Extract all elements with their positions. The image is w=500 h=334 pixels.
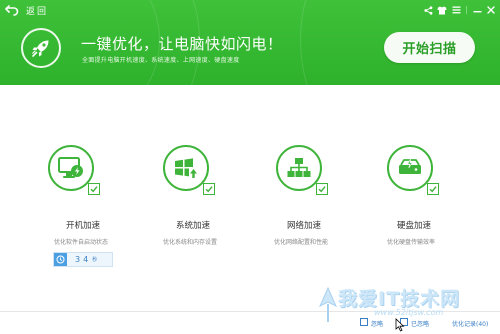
item-title: 系统加速 bbox=[176, 221, 211, 231]
share-icon[interactable] bbox=[423, 4, 433, 16]
boot-time-value: 34 bbox=[75, 255, 92, 264]
banner-subtitle: 全面提升电脑开机速度、系统速度、上网速度、硬盘速度 bbox=[82, 57, 240, 64]
checkbox-checked-icon[interactable] bbox=[203, 183, 215, 195]
mouse-cursor-icon bbox=[395, 318, 405, 332]
disk-speed-item[interactable]: 硬盘加速 优化硬盘传输效率 bbox=[387, 145, 497, 246]
minimize-icon[interactable] bbox=[472, 4, 482, 16]
header-banner: 返回 一键优化，让电脑快如闪电！ 全面提升电脑开机速度、系统速度、上网速度、硬盘… bbox=[0, 0, 500, 85]
checkbox-icon[interactable] bbox=[360, 318, 368, 326]
banner-title: 一键优化，让电脑快如闪电！ bbox=[81, 35, 283, 53]
checkbox-checked-icon[interactable] bbox=[316, 183, 328, 195]
footer-bar: 忽略 已忽略 优化记录(40) bbox=[0, 312, 500, 334]
clock-icon bbox=[54, 253, 67, 266]
optimizer-window: 返回 一键优化，让电脑快如闪电！ 全面提升电脑开机速度、系统速度、上网速度、硬盘… bbox=[0, 0, 500, 334]
ignore-link[interactable]: 忽略 bbox=[371, 319, 383, 328]
skin-icon[interactable] bbox=[437, 4, 447, 16]
item-description: 优化软件自启动状态 bbox=[54, 239, 109, 246]
item-description: 优化网络配置和性能 bbox=[274, 239, 329, 246]
item-description: 优化系统和内存设置 bbox=[163, 239, 218, 246]
back-label: 返回 bbox=[26, 6, 49, 17]
boot-speed-item[interactable]: 开机加速 优化软件自启动状态 bbox=[48, 145, 158, 246]
watermark-text: 我爱IT技术网 bbox=[338, 288, 461, 310]
titlebar-divider bbox=[466, 6, 467, 14]
titlebar-controls bbox=[423, 3, 496, 17]
close-icon[interactable] bbox=[486, 4, 496, 16]
item-title: 开机加速 bbox=[66, 221, 101, 231]
item-title: 网络加速 bbox=[287, 221, 322, 231]
item-description: 优化硬盘传输效率 bbox=[387, 239, 436, 246]
network-speed-item[interactable]: 网络加速 优化网络配置和性能 bbox=[274, 145, 386, 246]
back-button[interactable]: 返回 bbox=[5, 2, 48, 18]
back-arrow-icon bbox=[5, 4, 19, 16]
boot-time-badge: 34 秒 bbox=[53, 252, 113, 267]
start-scan-button[interactable]: 开始扫描 bbox=[384, 32, 475, 63]
titlebar: 返回 bbox=[0, 0, 500, 20]
ignored-items-link[interactable]: 已忽略 bbox=[411, 319, 429, 328]
item-title: 硬盘加速 bbox=[397, 221, 432, 231]
rocket-icon bbox=[21, 28, 61, 68]
system-speed-item[interactable]: 系统加速 优化系统和内存设置 bbox=[163, 145, 273, 246]
optimize-record-link[interactable]: 优化记录(40) bbox=[452, 319, 488, 328]
checkbox-checked-icon[interactable] bbox=[427, 183, 439, 195]
menu-icon[interactable] bbox=[451, 4, 461, 16]
boot-time-unit: 秒 bbox=[92, 257, 98, 263]
checkbox-checked-icon[interactable] bbox=[88, 183, 100, 195]
